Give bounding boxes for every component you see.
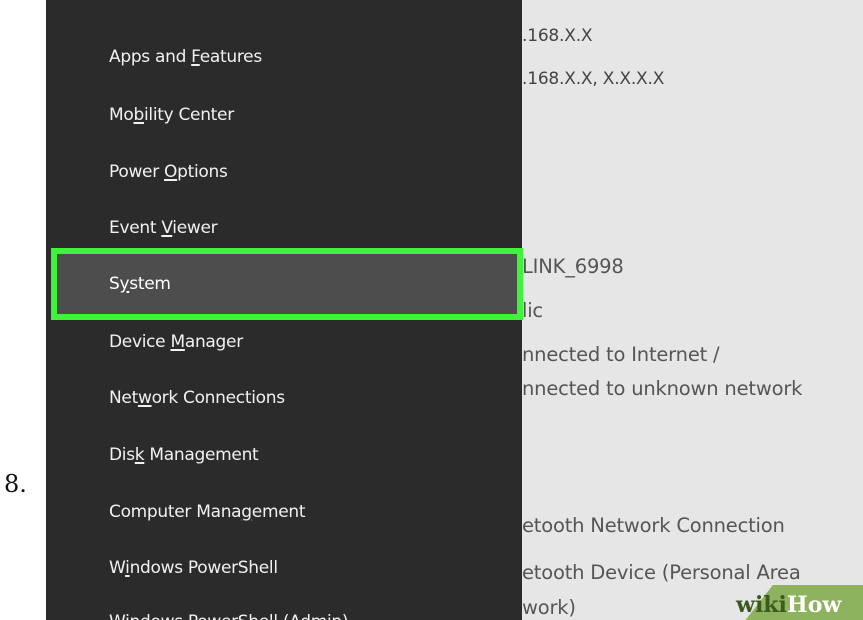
menu-item-label: ork Connections: [151, 388, 285, 408]
step-number: 8.: [4, 470, 27, 498]
menu-item-accelerator: k: [134, 445, 145, 465]
network-profile-value: lic: [522, 299, 543, 322]
bluetooth-device-line-1: etooth Device (Personal Area: [522, 561, 801, 584]
menu-item-system[interactable]: System: [109, 274, 171, 294]
menu-item-mobility-center[interactable]: Mobility Center: [109, 105, 234, 125]
menu-item-accelerator: F: [191, 47, 200, 67]
menu-item-label: W: [109, 558, 126, 578]
menu-item-disk-management[interactable]: Disk Management: [109, 445, 259, 465]
dns-value: .168.X.X, X.X.X.X: [522, 69, 665, 89]
ipv4-value: .168.X.X: [522, 26, 593, 46]
connectivity-line-1: nnected to Internet /: [522, 343, 720, 366]
menu-item-computer-management[interactable]: Computer Management: [109, 502, 306, 522]
bluetooth-adapter-name: etooth Network Connection: [522, 514, 785, 537]
menu-item-label: Management: [144, 445, 259, 465]
highlight-frame: System: [51, 248, 523, 320]
menu-item-label: Computer Mana: [109, 502, 242, 522]
network-name-value: LINK_6998: [522, 255, 624, 278]
watermark-how: How: [786, 592, 842, 618]
menu-item-accelerator: g: [241, 502, 252, 522]
menu-item-label: Net: [109, 388, 138, 408]
menu-item-event-viewer[interactable]: Event Viewer: [109, 218, 218, 238]
menu-item-label: Mo: [109, 105, 134, 125]
menu-item-label: eatures: [199, 47, 262, 67]
menu-item-apps-and-features[interactable]: Apps and Features: [109, 47, 262, 67]
menu-item-accelerator: b: [133, 105, 144, 125]
connectivity-line-2: nnected to unknown network: [522, 377, 803, 400]
menu-item-label: ndows PowerShell: [129, 558, 279, 578]
tutorial-step: 8. .168.X.X .168.X.X, X.X.X.X LINK_6998 …: [0, 0, 863, 620]
menu-item-label: anager: [184, 332, 243, 352]
menu-item-label: ptions: [177, 162, 228, 182]
menu-item-label: ility Center: [143, 105, 234, 125]
menu-item-accelerator: V: [161, 218, 173, 238]
screenshot-area: .168.X.X .168.X.X, X.X.X.X LINK_6998 lic…: [46, 0, 863, 620]
menu-item-label: stem: [129, 274, 171, 294]
menu-item-label: iewer: [172, 218, 218, 238]
wikihow-watermark: wikiHow: [736, 592, 841, 618]
menu-item-windows-powershell[interactable]: Windows PowerShell: [109, 558, 278, 578]
menu-item-network-connections[interactable]: Network Connections: [109, 388, 285, 408]
menu-item-accelerator: w: [137, 388, 152, 408]
menu-item-label: S: [109, 274, 120, 294]
menu-item-label: ement: [251, 502, 306, 522]
menu-item-windows-powershell-admin[interactable]: Windows PowerShell (Admin): [109, 612, 349, 620]
menu-item-label: Event: [109, 218, 162, 238]
menu-item-label: Apps and: [109, 47, 192, 67]
menu-item-accelerator: y: [119, 274, 130, 294]
menu-item-power-options[interactable]: Power Options: [109, 162, 228, 182]
menu-item-label: Device: [109, 332, 171, 352]
watermark-wiki: wiki: [736, 592, 787, 618]
menu-item-device-manager[interactable]: Device Manager: [109, 332, 243, 352]
bluetooth-device-line-2: work): [522, 596, 576, 619]
menu-item-label: Windows PowerShell (Admin): [109, 612, 349, 620]
menu-item-accelerator: O: [164, 162, 178, 182]
menu-item-accelerator: M: [170, 332, 185, 352]
menu-item-label: Dis: [109, 445, 135, 465]
menu-item-label: Power: [109, 162, 165, 182]
